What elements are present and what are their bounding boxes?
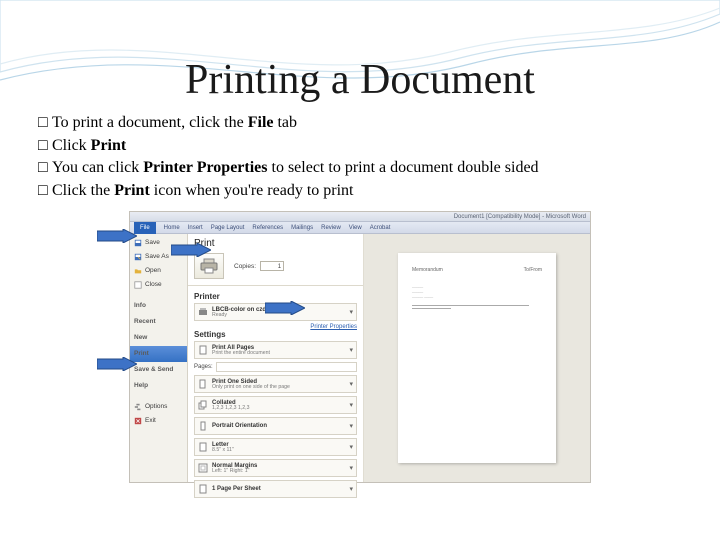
nav-recent[interactable]: Recent	[130, 314, 187, 330]
nav-new[interactable]: New	[130, 330, 187, 346]
print-pane: Print Copies: 1 Printer LBCB-color on cz…	[188, 234, 364, 482]
tab-mailings[interactable]: Mailings	[291, 225, 313, 231]
embedded-screenshot: Document1 [Compatibility Mode] - Microso…	[129, 211, 591, 483]
tab-view[interactable]: View	[349, 225, 362, 231]
nav-save-send[interactable]: Save & Send	[130, 362, 187, 378]
copies-input[interactable]: 1	[260, 261, 284, 271]
exit-icon	[134, 417, 142, 425]
tab-file[interactable]: File	[134, 222, 156, 234]
backstage-nav: Save Save As Open Close Info Recent New …	[130, 234, 188, 482]
save-as-icon	[134, 253, 142, 261]
printer-section-heading: Printer	[194, 292, 357, 301]
one-sided-icon	[198, 379, 208, 389]
tab-acrobat[interactable]: Acrobat	[370, 225, 391, 231]
preview-page: Memorandum To/From _______________ ____	[398, 253, 556, 463]
chevron-down-icon: ▾	[349, 485, 353, 493]
nav-exit[interactable]: Exit	[130, 414, 187, 428]
chevron-down-icon: ▾	[349, 401, 353, 409]
copies-label: Copies:	[234, 263, 256, 270]
setting-orientation[interactable]: Portrait Orientation ▾	[194, 417, 357, 435]
bullet-item: □Click Print	[38, 135, 682, 157]
nav-options[interactable]: Options	[130, 400, 187, 414]
setting-collated[interactable]: Collated1,2,3 1,2,3 1,2,3 ▾	[194, 396, 357, 414]
arrow-callout-file	[97, 229, 137, 243]
chevron-down-icon: ▾	[349, 308, 353, 316]
printer-icon	[198, 307, 208, 317]
arrow-callout-print-nav	[97, 357, 137, 371]
nav-close[interactable]: Close	[130, 278, 187, 292]
setting-pages-per-sheet[interactable]: 1 Page Per Sheet ▾	[194, 480, 357, 498]
printer-icon	[200, 258, 218, 274]
preview-header-left: Memorandum	[412, 267, 443, 273]
settings-section-heading: Settings	[194, 330, 357, 339]
close-icon	[134, 281, 142, 289]
setting-margins[interactable]: Normal MarginsLeft: 1" Right: 1" ▾	[194, 459, 357, 477]
tab-page-layout[interactable]: Page Layout	[211, 225, 245, 231]
portrait-icon	[198, 421, 208, 431]
tab-insert[interactable]: Insert	[188, 225, 203, 231]
arrow-callout-print-button	[171, 243, 211, 257]
chevron-down-icon: ▾	[349, 346, 353, 354]
bullet-item: □Click the Print icon when you're ready …	[38, 180, 682, 202]
tab-review[interactable]: Review	[321, 225, 341, 231]
word-titlebar: Document1 [Compatibility Mode] - Microso…	[130, 212, 590, 222]
arrow-callout-printer-props	[265, 301, 305, 315]
bullet-item: □To print a document, click the File tab	[38, 112, 682, 134]
options-icon	[134, 403, 142, 411]
setting-one-sided[interactable]: Print One SidedOnly print on one side of…	[194, 375, 357, 393]
setting-paper-size[interactable]: Letter8.5" x 11" ▾	[194, 438, 357, 456]
nav-info[interactable]: Info	[130, 298, 187, 314]
pages-input[interactable]	[216, 362, 357, 372]
collated-icon	[198, 400, 208, 410]
open-icon	[134, 267, 142, 275]
pages-icon	[198, 345, 208, 355]
chevron-down-icon: ▾	[349, 443, 353, 451]
print-heading: Print	[194, 238, 357, 249]
print-preview-pane: Memorandum To/From _______________ ____	[364, 234, 590, 482]
preview-header-right: To/From	[524, 267, 542, 273]
nav-print[interactable]: Print	[130, 346, 187, 362]
margins-icon	[198, 463, 208, 473]
slide-title: Printing a Document	[38, 56, 682, 104]
chevron-down-icon: ▾	[349, 422, 353, 430]
per-sheet-icon	[198, 484, 208, 494]
nav-help[interactable]: Help	[130, 378, 187, 394]
paper-icon	[198, 442, 208, 452]
chevron-down-icon: ▾	[349, 380, 353, 388]
chevron-down-icon: ▾	[349, 464, 353, 472]
setting-print-all[interactable]: Print All PagesPrint the entire document…	[194, 341, 357, 359]
ribbon-tabs: File Home Insert Page Layout References …	[130, 222, 590, 234]
bullet-item: □You can click Printer Properties to sel…	[38, 157, 682, 179]
tab-home[interactable]: Home	[164, 225, 180, 231]
bullet-list: □To print a document, click the File tab…	[38, 112, 682, 201]
pages-label: Pages:	[194, 364, 213, 370]
tab-references[interactable]: References	[252, 225, 283, 231]
nav-open[interactable]: Open	[130, 264, 187, 278]
